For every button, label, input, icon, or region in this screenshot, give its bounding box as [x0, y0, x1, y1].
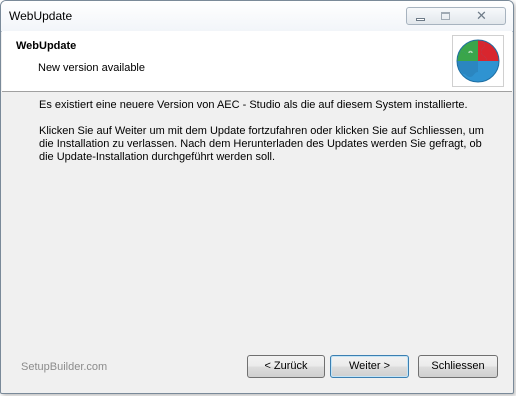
- next-button[interactable]: Weiter >: [330, 355, 409, 378]
- webupdate-dialog: WebUpdate ✕ WebUpdate New version availa…: [0, 0, 514, 394]
- minimize-icon: [416, 18, 425, 21]
- title-bar[interactable]: WebUpdate ✕: [1, 1, 513, 32]
- logo-frame: [452, 35, 504, 87]
- maximize-icon: [441, 12, 450, 20]
- close-window-button[interactable]: ✕: [458, 7, 506, 25]
- window-title: WebUpdate: [9, 9, 73, 23]
- message-paragraph-1: Es existiert eine neuere Version von AEC…: [39, 99, 468, 111]
- maximize-button: [433, 7, 459, 25]
- puzzle-globe-icon: [456, 39, 500, 83]
- back-button[interactable]: < Zurück: [247, 355, 325, 378]
- minimize-button[interactable]: [406, 7, 434, 25]
- wizard-header: WebUpdate New version available: [2, 31, 512, 92]
- message-area: Es existiert eine neuere Version von AEC…: [39, 99, 499, 177]
- message-paragraph-2: Klicken Sie auf Weiter um mit dem Update…: [39, 125, 484, 163]
- close-icon: ✕: [476, 8, 487, 23]
- brand-label: SetupBuilder.com: [21, 361, 108, 373]
- header-title: WebUpdate: [16, 40, 77, 52]
- header-subtitle: New version available: [38, 62, 145, 74]
- close-button[interactable]: Schliessen: [418, 355, 498, 378]
